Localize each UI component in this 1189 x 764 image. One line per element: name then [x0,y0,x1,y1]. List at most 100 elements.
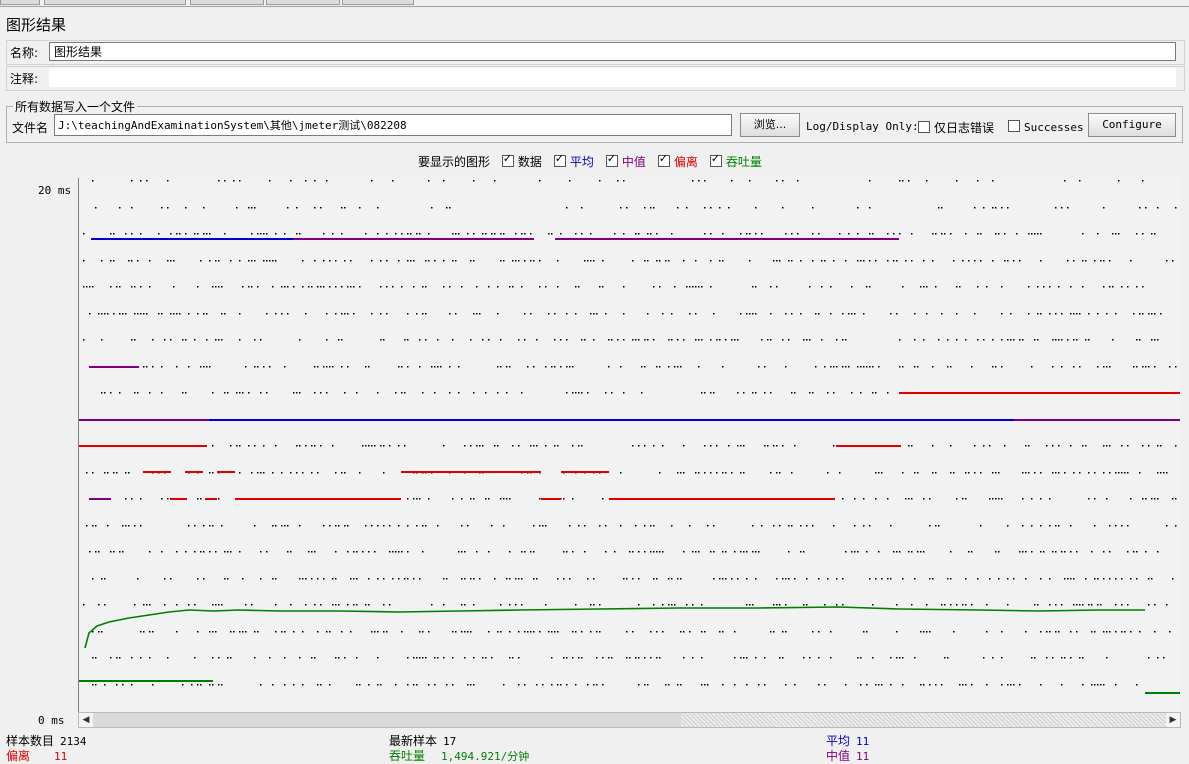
top-tab-stub[interactable] [0,0,40,5]
top-tab-stub[interactable] [342,0,414,5]
top-tab-stub[interactable] [44,0,186,5]
data-point [1004,233,1006,235]
checkbox-icon[interactable] [605,152,618,167]
configure-button[interactable]: Configure [1088,113,1176,137]
data-point [1094,472,1096,474]
data-point [1019,551,1021,553]
data-point [296,445,298,447]
data-point [272,260,274,262]
data-point [1172,498,1174,500]
data-point [389,525,391,527]
data-point [539,180,541,182]
data-point [335,604,337,606]
data-point [290,604,292,606]
checkbox-icon[interactable] [918,121,930,133]
data-point [395,551,397,553]
display-option-3[interactable]: 偏离 [657,152,698,169]
data-point [656,260,658,262]
data-point [605,551,607,553]
top-tab-stub[interactable] [266,0,340,5]
data-point [581,631,583,633]
errors-only-checkbox[interactable]: 仅日志错误 [918,119,994,136]
data-point [134,339,136,341]
data-point [962,604,964,606]
scroll-track[interactable] [681,713,1166,727]
data-point [701,631,703,633]
data-point [989,498,991,500]
display-option-0[interactable]: 数据 [501,152,542,169]
checkbox-icon[interactable] [1008,120,1020,132]
data-point [428,233,430,235]
data-point [1103,207,1105,209]
data-point [1088,604,1090,606]
display-option-4[interactable]: 吞吐量 [709,152,762,169]
data-point [335,260,337,262]
throughput-run [79,680,213,682]
scroll-right-icon[interactable]: ▶ [1166,713,1180,727]
data-point [428,180,430,182]
data-point [542,525,544,527]
data-point [488,498,490,500]
comment-input[interactable] [49,68,1176,87]
data-point [698,551,700,553]
data-point [122,313,124,315]
data-point [509,551,511,553]
display-option-1[interactable]: 平均 [553,152,594,169]
data-point [119,657,121,659]
data-point [743,657,745,659]
data-point [209,631,211,633]
data-point [653,525,655,527]
top-tab-stub[interactable] [190,0,264,5]
data-point [542,684,544,686]
data-point [182,392,184,394]
data-point [1073,472,1075,474]
data-point [806,525,808,527]
data-point [704,445,706,447]
data-point [329,286,331,288]
checkbox-icon[interactable] [553,152,566,167]
data-point [386,260,388,262]
data-point [242,578,244,580]
data-point [401,631,403,633]
data-point [248,392,250,394]
name-input[interactable] [49,42,1176,61]
data-point [1136,578,1138,580]
data-point [1097,604,1099,606]
data-point [680,578,682,580]
graph-horizontal-scrollbar[interactable]: ◀ ▶ [78,712,1181,728]
data-point [191,684,193,686]
data-point [839,233,841,235]
data-point [863,631,865,633]
data-point [656,657,658,659]
data-point [413,286,415,288]
data-point [251,207,253,209]
data-point [695,313,697,315]
scroll-thumb[interactable] [93,713,682,727]
data-point [566,366,568,368]
checkbox-icon[interactable] [657,152,670,167]
data-point [755,286,757,288]
data-point [722,260,724,262]
data-point [107,472,109,474]
data-point [152,684,154,686]
data-point [929,578,931,580]
data-point [284,684,286,686]
data-point [263,366,265,368]
data-point [116,657,118,659]
successes-checkbox[interactable]: Successes [1008,120,1084,134]
scroll-left-icon[interactable]: ◀ [79,713,93,727]
data-point [1061,339,1063,341]
data-point [410,260,412,262]
data-point [296,472,298,474]
data-point [992,472,994,474]
data-point [311,578,313,580]
file-path-input[interactable] [54,114,732,136]
data-point [419,498,421,500]
data-point [1076,551,1078,553]
checkbox-icon[interactable] [709,152,722,167]
browse-button[interactable]: 浏览... [740,113,800,137]
checkbox-icon[interactable] [501,152,514,167]
display-option-2[interactable]: 中值 [605,152,646,169]
data-point [227,578,229,580]
data-point [1085,445,1087,447]
